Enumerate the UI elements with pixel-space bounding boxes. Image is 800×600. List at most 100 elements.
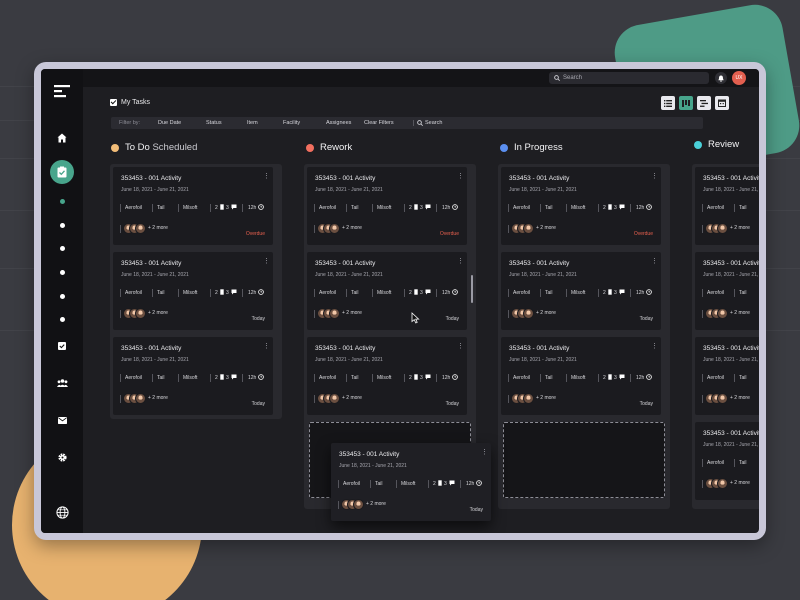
card-tag: Tail	[739, 205, 747, 211]
filter-facility[interactable]: Facility	[283, 120, 300, 126]
filter-item[interactable]: Item	[247, 120, 258, 126]
sub-nav-dot-active[interactable]	[41, 198, 83, 204]
clock-icon	[452, 374, 458, 382]
attachment-icon	[438, 480, 442, 488]
sub-nav-dot[interactable]	[41, 316, 83, 322]
more-options-icon[interactable]: ⋮	[651, 343, 658, 350]
mouse-cursor-icon	[411, 312, 420, 324]
due-status: Today	[445, 316, 459, 322]
attachment-count: 2	[603, 290, 606, 296]
calendar-view-icon[interactable]	[715, 96, 729, 110]
card-tag: Milsoft	[377, 205, 392, 211]
card-title: 353453 - 001 Activity	[315, 260, 376, 267]
avatar	[329, 223, 340, 234]
estimated-hours: 12h	[248, 290, 257, 296]
task-card[interactable]: 353453 - 001 Activity June 18, 2021 - Jun…	[695, 422, 759, 500]
more-options-icon[interactable]: ⋮	[457, 258, 464, 265]
mail-icon[interactable]	[41, 415, 83, 425]
more-options-icon[interactable]: ⋮	[263, 173, 270, 180]
sidebar	[41, 69, 83, 533]
more-options-icon[interactable]: ⋮	[457, 173, 464, 180]
card-tag: Milsoft	[183, 205, 198, 211]
global-search-input[interactable]: Search	[549, 72, 709, 84]
more-options-icon[interactable]: ⋮	[651, 258, 658, 265]
divider	[566, 289, 567, 297]
card-tag: Tail	[351, 205, 359, 211]
avatar	[523, 308, 534, 319]
divider	[396, 480, 397, 488]
card-title: 353453 - 001 Activity	[121, 345, 182, 352]
filter-due-date[interactable]: Due Date	[158, 120, 181, 126]
card-meta-row: Aerofoil Tail Milsoft 2 3 12h	[314, 288, 464, 298]
divider	[314, 204, 315, 212]
card-date-range: June 18, 2021 - June 21, 2021	[703, 357, 759, 363]
comment-count: 3	[420, 290, 423, 296]
dragging-task-card[interactable]: 353453 - 001 Activity June 18, 2021 - Jun…	[331, 443, 491, 521]
task-card[interactable]: 353453 - 001 Activity June 18, 2021 - Jun…	[695, 167, 759, 245]
list-view-icon[interactable]	[661, 96, 675, 110]
card-tag: Aerofoil	[513, 290, 530, 296]
card-tag: Aerofoil	[319, 375, 336, 381]
task-card[interactable]: 353453 - 001 Activity June 18, 2021 - Jun…	[695, 337, 759, 415]
divider	[120, 204, 121, 212]
sub-nav-dot[interactable]	[41, 222, 83, 228]
divider	[566, 374, 567, 382]
gear-icon[interactable]	[41, 452, 83, 462]
timeline-view-icon[interactable]	[697, 96, 711, 110]
divider	[540, 374, 541, 382]
task-card[interactable]: 353453 - 001 Activity June 18, 2021 - Jun…	[501, 167, 661, 245]
my-tasks-toggle[interactable]: My Tasks	[110, 99, 150, 106]
user-avatar[interactable]: UX	[732, 71, 746, 85]
search-icon	[417, 120, 424, 128]
tasks-nav-button[interactable]	[41, 159, 83, 185]
task-card[interactable]: 353453 - 001 Activity June 18, 2021 - Jun…	[501, 337, 661, 415]
filter-status[interactable]: Status	[206, 120, 222, 126]
clock-icon	[646, 374, 652, 382]
divider	[372, 204, 373, 212]
attachment-icon	[414, 204, 418, 212]
sub-nav-dot[interactable]	[41, 293, 83, 299]
globe-icon[interactable]	[41, 505, 83, 519]
due-status: Today	[639, 401, 653, 407]
card-title: 353453 - 001 Activity	[315, 175, 376, 182]
menu-icon[interactable]	[41, 81, 83, 101]
team-icon[interactable]	[41, 378, 83, 388]
home-icon[interactable]	[41, 131, 83, 145]
filter-bar: Filter by: Due Date Status Item Facility…	[111, 117, 703, 129]
sub-nav-dot[interactable]	[41, 269, 83, 275]
bell-icon[interactable]	[715, 72, 727, 84]
sub-nav-dot[interactable]	[41, 245, 83, 251]
more-assignees: + 2 more	[148, 395, 168, 401]
more-options-icon[interactable]: ⋮	[651, 173, 658, 180]
due-status: Overdue	[439, 231, 459, 237]
divider	[702, 459, 703, 467]
divider	[314, 374, 315, 382]
clear-filters-button[interactable]: Clear Filters	[364, 120, 394, 126]
estimated-hours: 12h	[636, 290, 645, 296]
lane-scrollbar[interactable]	[471, 275, 473, 303]
task-card[interactable]: 353453 - 001 Activity June 18, 2021 - Jun…	[307, 337, 467, 415]
task-card[interactable]: 353453 - 001 Activity June 18, 2021 - Jun…	[113, 167, 273, 245]
drop-zone-in-progress[interactable]	[503, 422, 665, 498]
task-card[interactable]: 353453 - 001 Activity June 18, 2021 - Jun…	[307, 252, 467, 330]
divider	[178, 204, 179, 212]
more-options-icon[interactable]: ⋮	[263, 343, 270, 350]
clock-icon	[452, 204, 458, 212]
task-card[interactable]: 353453 - 001 Activity June 18, 2021 - Jun…	[307, 167, 467, 245]
more-options-icon[interactable]: ⋮	[263, 258, 270, 265]
divider	[120, 395, 121, 403]
task-card[interactable]: 353453 - 001 Activity June 18, 2021 - Jun…	[113, 337, 273, 415]
task-card[interactable]: 353453 - 001 Activity June 18, 2021 - Jun…	[695, 252, 759, 330]
more-options-icon[interactable]: ⋮	[457, 343, 464, 350]
checkbox-icon[interactable]	[41, 341, 83, 351]
attachment-count: 2	[215, 375, 218, 381]
task-card[interactable]: 353453 - 001 Activity June 18, 2021 - Jun…	[113, 252, 273, 330]
task-card[interactable]: 353453 - 001 Activity June 18, 2021 - Jun…	[501, 252, 661, 330]
filter-search-input[interactable]: Search	[425, 120, 442, 126]
filter-assignees[interactable]: Assignees	[326, 120, 351, 126]
more-options-icon[interactable]: ⋮	[481, 449, 488, 456]
divider	[508, 225, 509, 233]
divider	[630, 289, 631, 297]
divider	[540, 289, 541, 297]
board-view-icon[interactable]	[679, 96, 693, 110]
